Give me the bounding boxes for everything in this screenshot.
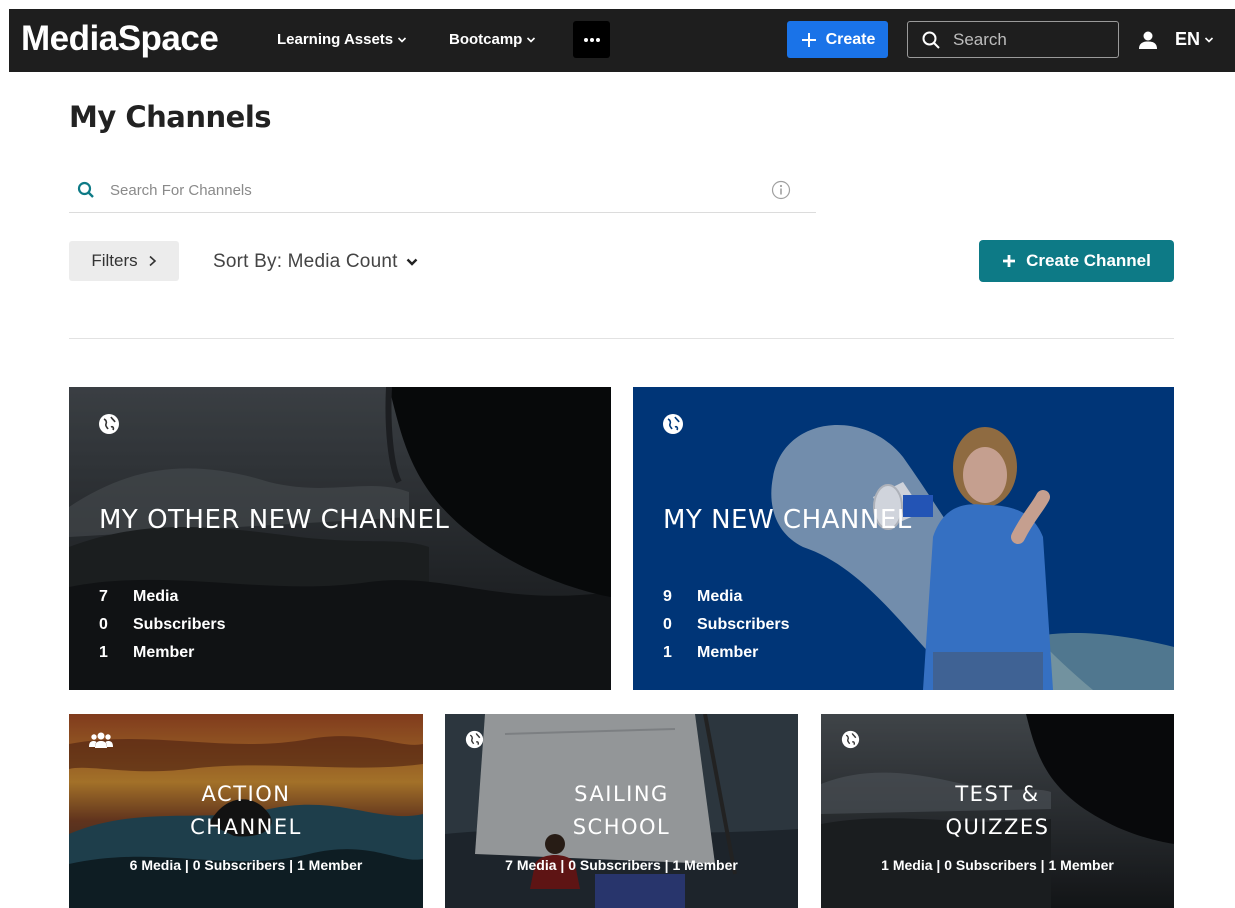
channel-stats-summary: 6 Media | 0 Subscribers | 1 Member	[129, 857, 363, 873]
chevron-down-icon	[527, 36, 536, 43]
stat-members: 1 Member	[99, 639, 225, 667]
search-icon	[77, 181, 94, 198]
channel-title-line: SAILING	[574, 782, 669, 806]
channel-stats: 7 Media 0 Subscribers 1 Member	[99, 583, 225, 667]
top-navigation-bar: MediaSpace Learning Assets Bootcamp Crea…	[9, 9, 1235, 72]
filters-label: Filters	[91, 251, 138, 270]
sort-by-label: Sort By: Media Count	[213, 251, 398, 272]
language-label: EN	[1175, 29, 1201, 49]
global-search-input[interactable]: Search	[907, 21, 1119, 58]
channel-card-my-other-new-channel[interactable]: MY OTHER NEW CHANNEL 7 Media 0 Subscribers…	[69, 387, 611, 690]
language-selector[interactable]: EN	[1175, 29, 1214, 50]
channel-title-line: ACTION	[201, 782, 291, 806]
channel-stats: 9 Media 0 Subscribers 1 Member	[663, 583, 789, 667]
nav-learning-assets[interactable]: Learning Assets	[277, 31, 407, 48]
channel-title-line: TEST &	[955, 782, 1040, 806]
stat-label: Media	[133, 588, 179, 605]
channel-stats-summary: 7 Media | 0 Subscribers | 1 Member	[505, 857, 738, 873]
plus-icon	[801, 32, 816, 47]
stat-label: Subscribers	[133, 616, 226, 633]
sort-by-dropdown[interactable]: Sort By: Media Count	[213, 251, 418, 273]
channel-stats-summary: 1 Media | 0 Subscribers | 1 Member	[881, 857, 1114, 873]
channel-search-input[interactable]	[110, 181, 750, 199]
channel-title: TEST & QUIZZES	[821, 778, 1174, 844]
stat-value: 1	[663, 644, 672, 661]
channel-title-line: QUIZZES	[945, 815, 1050, 839]
stat-media: 9 Media	[663, 583, 789, 611]
section-divider	[69, 338, 1174, 339]
more-menu-button[interactable]	[573, 21, 610, 58]
brand-logo[interactable]: MediaSpace	[21, 19, 219, 59]
info-icon[interactable]	[771, 180, 791, 200]
nav-bootcamp[interactable]: Bootcamp	[449, 31, 536, 48]
globe-icon	[465, 730, 484, 749]
channel-title: ACTION CHANNEL	[69, 778, 423, 844]
plus-icon	[1003, 255, 1016, 267]
stat-label: Subscribers	[697, 616, 790, 633]
stat-value: 7	[99, 588, 108, 605]
stat-media: 7 Media	[99, 583, 225, 611]
global-search-placeholder: Search	[953, 29, 1007, 49]
more-horizontal-icon	[583, 37, 600, 42]
stat-label: Member	[697, 644, 759, 661]
create-button-label: Create	[825, 30, 876, 48]
stat-value: 0	[99, 616, 108, 633]
group-icon	[89, 732, 113, 748]
channel-title-line: SCHOOL	[572, 815, 671, 839]
channel-card-sailing-school[interactable]: SAILING SCHOOL 7 Media | 0 Subscribers |…	[445, 714, 798, 908]
chevron-right-icon	[149, 255, 156, 267]
channel-card-action-channel[interactable]: ACTION CHANNEL 6 Media | 0 Subscribers |…	[69, 714, 423, 908]
chevron-down-icon	[398, 36, 407, 43]
page-title: My Channels	[69, 100, 272, 134]
channel-search-bar	[69, 168, 816, 213]
stat-label: Media	[697, 588, 743, 605]
search-icon	[922, 31, 940, 49]
globe-icon	[663, 414, 683, 434]
stat-label: Member	[133, 644, 195, 661]
nav-bootcamp-label: Bootcamp	[449, 31, 523, 48]
create-channel-button[interactable]: Create Channel	[979, 240, 1174, 282]
channel-card-test-quizzes[interactable]: TEST & QUIZZES 1 Media | 0 Subscribers |…	[821, 714, 1174, 908]
globe-icon	[841, 730, 860, 749]
filters-button[interactable]: Filters	[69, 241, 179, 281]
create-button[interactable]: Create	[787, 21, 888, 58]
stat-value: 0	[663, 616, 672, 633]
chevron-down-icon	[406, 258, 417, 266]
channel-title: MY NEW CHANNEL	[663, 505, 912, 535]
globe-icon	[99, 414, 119, 434]
stat-value: 9	[663, 588, 672, 605]
nav-learning-assets-label: Learning Assets	[277, 31, 394, 48]
user-icon[interactable]	[1137, 29, 1159, 51]
channel-card-my-new-channel[interactable]: MY NEW CHANNEL 9 Media 0 Subscribers 1 Memb…	[633, 387, 1174, 690]
stat-subscribers: 0 Subscribers	[99, 611, 225, 639]
channel-title: MY OTHER NEW CHANNEL	[99, 505, 450, 535]
stat-members: 1 Member	[663, 639, 789, 667]
chevron-down-icon	[1204, 36, 1214, 43]
stat-value: 1	[99, 644, 108, 661]
channel-title-line: CHANNEL	[190, 815, 302, 839]
stat-subscribers: 0 Subscribers	[663, 611, 789, 639]
create-channel-label: Create Channel	[1026, 251, 1151, 270]
channel-title: SAILING SCHOOL	[445, 778, 798, 844]
